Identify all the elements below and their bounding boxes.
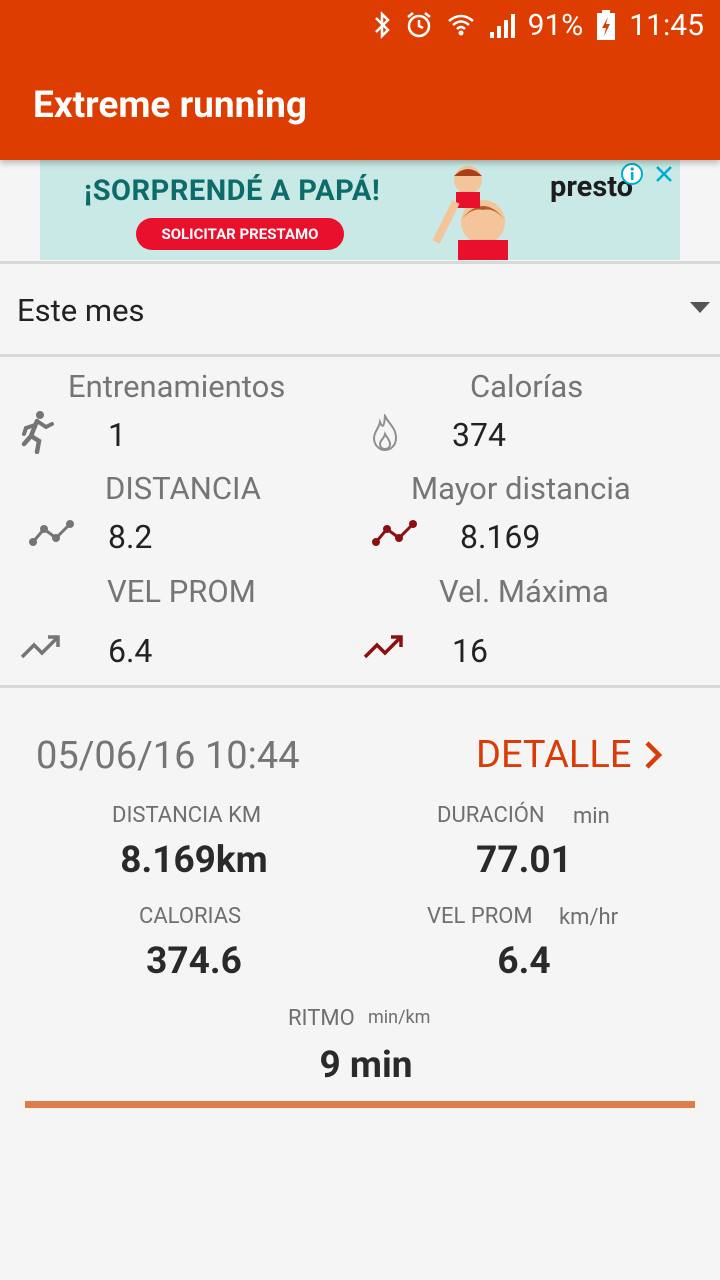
dropdown-arrow-icon (690, 302, 710, 313)
run-speed-label: VEL PROM (427, 904, 533, 929)
avg-speed-label: VEL PROM (107, 573, 256, 610)
app-bar: 91% 11:45 Extreme running (0, 0, 720, 160)
clock: 11:45 (629, 7, 704, 43)
period-selected: Este mes (17, 292, 145, 329)
run-speed-unit: km/hr (559, 905, 619, 930)
run-pace-unit: min/km (368, 1007, 431, 1028)
run-distance-value: 8.169km (120, 839, 268, 882)
run-pace-value: 9 min (319, 1044, 413, 1087)
run-duration-unit: min (573, 804, 610, 829)
calories-value: 374 (452, 416, 506, 454)
run-calories-value: 374.6 (146, 940, 242, 983)
run-calories-label: CALORIAS (139, 904, 242, 929)
detail-button[interactable]: DETALLE (476, 733, 663, 777)
max-distance-value: 8.169 (460, 518, 541, 556)
max-distance-label: Mayor distancia (411, 470, 631, 507)
trainings-label: Entrenamientos (68, 368, 286, 405)
avg-speed-value: 6.4 (108, 632, 153, 670)
ad-banner[interactable]: ¡SORPRENDÉ A PAPÁ! SOLICITAR PRESTAMO pr… (40, 160, 680, 260)
run-date: 05/06/16 10:44 (36, 734, 300, 778)
max-speed-label: Vel. Máxima (439, 573, 609, 610)
distance-label: DISTANCIA (105, 470, 261, 507)
run-duration-label: DURACIÓN (437, 803, 545, 828)
max-speed-value: 16 (452, 632, 488, 670)
battery-percent: 91% (527, 7, 584, 43)
battery-charging-icon (595, 9, 617, 41)
max-distance-trend-icon (372, 520, 417, 546)
bluetooth-icon (372, 10, 392, 40)
alarm-icon (404, 10, 434, 40)
detail-label: DETALLE (476, 733, 632, 777)
runner-icon (21, 411, 54, 454)
flame-icon (372, 414, 398, 452)
run-speed-value: 6.4 (497, 940, 551, 983)
distance-trend-icon (29, 520, 74, 546)
wifi-icon (446, 10, 476, 40)
run-pace-label: RITMO (288, 1006, 355, 1031)
ad-family-illustration (432, 166, 508, 260)
divider (0, 685, 720, 688)
chevron-right-icon (645, 741, 663, 769)
max-speed-trending-up-icon (363, 635, 403, 659)
run-progress-bar (25, 1101, 695, 1108)
run-duration-value: 77.01 (476, 839, 572, 882)
ad-close-icon[interactable] (652, 162, 676, 186)
signal-icon (488, 10, 516, 40)
calories-label: Calorías (470, 368, 584, 405)
ad-headline: ¡SORPRENDÉ A PAPÁ! (84, 174, 381, 208)
trainings-value: 1 (108, 416, 126, 454)
trending-up-icon (20, 635, 60, 659)
app-title: Extreme running (33, 84, 307, 127)
distance-value: 8.2 (108, 518, 153, 556)
ad-cta-button[interactable]: SOLICITAR PRESTAMO (136, 218, 344, 250)
divider (0, 354, 720, 357)
period-dropdown[interactable]: Este mes (0, 264, 720, 354)
run-distance-label: DISTANCIA KM (112, 803, 262, 828)
status-bar: 91% 11:45 (372, 6, 704, 44)
ad-info-icon[interactable] (620, 162, 644, 186)
